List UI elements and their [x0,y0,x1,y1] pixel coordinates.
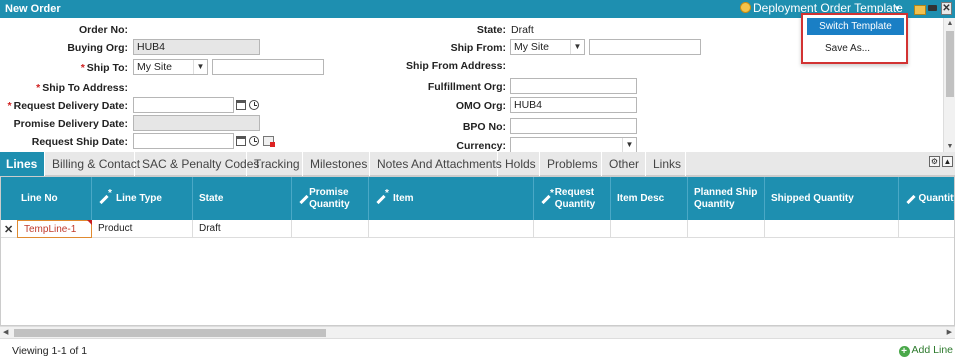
bpo-no-label: BPO No: [462,121,506,133]
state-value: Draft [511,24,534,36]
currency-label: Currency: [456,140,506,152]
delete-row-icon[interactable]: ✕ [4,223,13,236]
settings-icon[interactable]: ⚙ [929,156,940,167]
save-as-menu-item[interactable]: Save As... [825,43,870,54]
collapse-icon[interactable]: ▲ [942,156,953,167]
quantity-cell[interactable] [899,220,954,238]
line-no-cell[interactable]: TempLine-1 [17,220,92,238]
template-icon [740,2,751,13]
buying-org-field: HUB4 [133,39,260,55]
ship-to-text-field[interactable] [212,59,324,75]
request-ship-date-label: Request Ship Date: [31,136,128,148]
calendar-icon[interactable] [236,136,246,146]
state-label: State: [476,24,506,36]
shipped-quantity-cell [765,220,899,238]
close-icon[interactable]: ✕ [941,2,952,15]
calendar-icon[interactable] [236,100,246,110]
col-header-planned-ship-quantity[interactable]: Planned Ship Quantity [688,177,765,220]
col-header-promise-quantity[interactable]: Promise Quantity [292,177,369,220]
clock-icon[interactable] [249,100,259,110]
request-ship-date-field[interactable] [133,133,234,149]
chevron-down-icon: ▼ [570,40,584,54]
scroll-thumb[interactable] [946,31,954,97]
edit-icon [298,194,305,204]
switch-template-button[interactable]: Switch Template [807,18,904,35]
form-scrollbar[interactable]: ▲ ▼ [943,18,955,152]
edit-icon [375,188,389,204]
col-header-request-quantity[interactable]: Request Quantity [534,177,611,220]
settings-icon[interactable] [927,2,938,15]
ship-from-label: Ship From: [450,42,506,54]
ship-from-select[interactable]: My Site ▼ [510,39,585,55]
scroll-thumb[interactable] [14,329,326,337]
item-cell[interactable] [369,220,534,238]
folder-icon[interactable] [914,2,926,15]
currency-select[interactable]: ▼ [510,137,637,152]
template-menu: Switch Template Save As... [801,13,908,64]
col-header-shipped-quantity[interactable]: Shipped Quantity [765,177,899,220]
tab-toolbar: ⚙ ▲ [927,156,953,168]
col-header-line-type[interactable]: Line Type [92,177,193,220]
col-header-quantity[interactable]: Quantity [899,177,954,220]
scroll-down-icon[interactable]: ▼ [946,143,954,150]
pagination-status: Viewing 1-1 of 1 [12,345,88,357]
promise-quantity-cell[interactable] [292,220,369,238]
fulfillment-org-label: Fulfillment Org: [427,81,506,93]
chevron-down-icon: ▼ [193,60,207,74]
scroll-left-icon[interactable]: ◀ [3,328,8,336]
col-header-state[interactable]: State [193,177,292,220]
tab-holds[interactable]: Holds [499,152,540,176]
window-title: New Order [5,3,61,15]
detail-tabs: Lines Billing & Contact SAC & Penalty Co… [0,152,955,176]
tab-sac-penalty-codes[interactable]: SAC & Penalty Codes [136,152,259,176]
tab-links[interactable]: Links [647,152,686,176]
tab-milestones[interactable]: Milestones [304,152,370,176]
ship-to-label: * Ship To: [80,62,128,74]
omo-org-label: OMO Org: [455,100,506,112]
ship-to-select[interactable]: My Site ▼ [133,59,208,75]
edit-icon [905,194,914,204]
ship-to-address-label: * Ship To Address: [36,82,128,94]
add-line-button[interactable]: + Add Line [898,344,953,357]
buying-org-label: Buying Org: [67,42,128,54]
grid-horizontal-scrollbar[interactable]: ◀ ▶ [0,326,955,338]
col-header-item[interactable]: Item [369,177,534,220]
clock-icon[interactable] [249,136,259,146]
table-row[interactable]: ✕ TempLine-1 Product Draft [1,220,954,238]
request-delivery-date-field[interactable] [133,97,234,113]
grid-footer: Viewing 1-1 of 1 + Add Line [0,338,955,362]
scroll-up-icon[interactable]: ▲ [946,20,954,27]
chevron-down-icon: ▼ [622,138,636,152]
tab-lines[interactable]: Lines [0,152,45,176]
edit-icon [540,188,554,204]
request-quantity-cell[interactable] [534,220,611,238]
tab-problems[interactable]: Problems [541,152,602,176]
col-header-item-desc[interactable]: Item Desc [611,177,688,220]
ship-from-text-field[interactable] [589,39,701,55]
bpo-no-field[interactable] [510,118,637,134]
edit-icon [98,188,112,204]
tab-billing-contact[interactable]: Billing & Contact [46,152,140,176]
tab-notes-attachments[interactable]: Notes And Attachments [371,152,502,176]
plus-icon: + [898,346,910,357]
scroll-right-icon[interactable]: ▶ [947,328,952,336]
order-no-label: Order No: [78,24,128,36]
lines-grid: Line No Line Type State Promise Quantity… [0,176,955,326]
state-cell: Draft [193,220,292,238]
item-desc-cell [611,220,688,238]
tab-tracking[interactable]: Tracking [248,152,303,176]
col-header-line-no[interactable]: Line No [15,177,92,220]
fulfillment-org-field[interactable] [510,78,637,94]
promise-delivery-date-field [133,115,260,131]
planned-ship-quantity-cell [688,220,765,238]
ship-from-address-label: Ship From Address: [406,60,506,72]
omo-org-field[interactable]: HUB4 [510,97,637,113]
clear-date-icon[interactable] [263,136,275,147]
request-delivery-date-label: * Request Delivery Date: [7,100,128,112]
promise-delivery-date-label: Promise Delivery Date: [13,118,128,130]
tab-other[interactable]: Other [603,152,646,176]
grid-header: Line No Line Type State Promise Quantity… [1,177,954,220]
line-type-cell[interactable]: Product [92,220,193,238]
